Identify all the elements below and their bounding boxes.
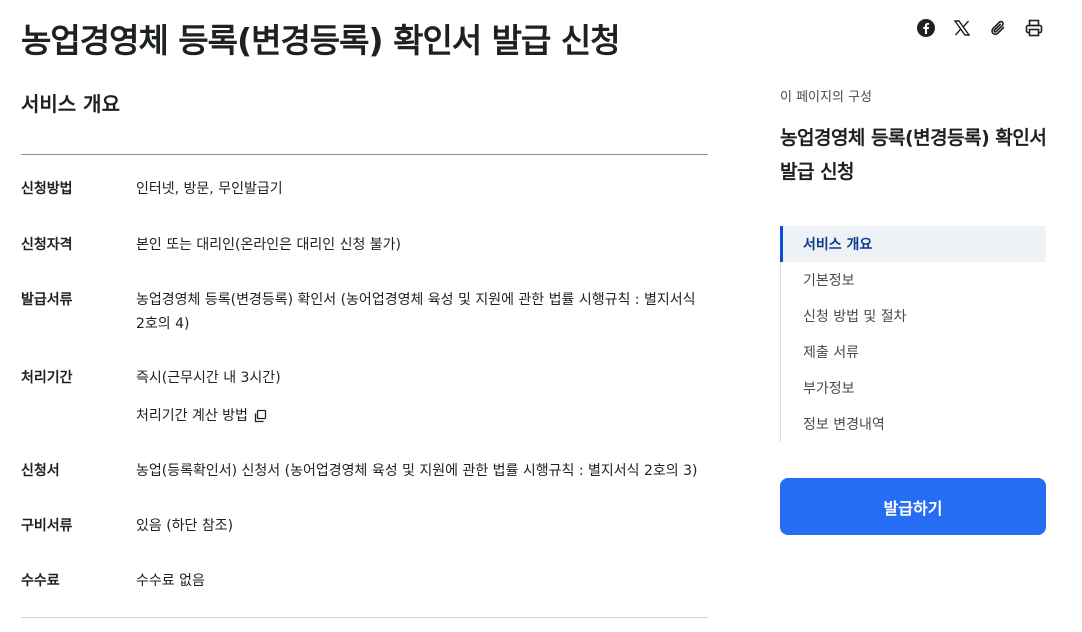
toc-item-method-procedure[interactable]: 신청 방법 및 절차 <box>781 298 1046 334</box>
share-toolbar <box>916 16 1044 40</box>
copy-icon <box>254 409 267 423</box>
page-title: 농업경영체 등록(변경등록) 확인서 발급 신청 <box>21 21 621 60</box>
info-term: 구비서류 <box>21 518 73 534</box>
toc-item-additional-info[interactable]: 부가정보 <box>781 370 1046 406</box>
info-row-document: 발급서류 농업경영체 등록(변경등록) 확인서 (농어업경영체 육성 및 지원에… <box>21 288 708 336</box>
info-desc: 본인 또는 대리인(온라인은 대리인 신청 불가) <box>136 237 402 253</box>
info-term: 신청자격 <box>21 237 73 253</box>
overview-heading: 서비스 개요 <box>21 92 120 116</box>
info-desc: 농업경영체 등록(변경등록) 확인서 (농어업경영체 육성 및 지원에 관한 법… <box>136 292 696 332</box>
info-row-eligibility: 신청자격 본인 또는 대리인(온라인은 대리인 신청 불가) <box>21 233 708 257</box>
toc-item-service-overview[interactable]: 서비스 개요 <box>780 226 1046 262</box>
info-desc: 농업(등록확인서) 신청서 (농어업경영체 육성 및 지원에 관한 법률 시행규… <box>136 463 698 479</box>
link-clip-icon[interactable] <box>988 16 1008 40</box>
info-row-required-docs: 구비서류 있음 (하단 참조) <box>21 514 708 538</box>
toc-caption: 이 페이지의 구성 <box>780 90 872 105</box>
info-row-method: 신청방법 인터넷, 방문, 무인발급기 <box>21 177 708 201</box>
section-divider <box>21 154 708 155</box>
bottom-divider <box>21 617 708 618</box>
info-desc: 즉시(근무시간 내 3시간) <box>136 370 281 386</box>
toc-item-submission-docs[interactable]: 제출 서류 <box>781 334 1046 370</box>
facebook-icon[interactable] <box>916 16 936 40</box>
print-icon[interactable] <box>1024 16 1044 40</box>
processing-time-calc-label: 처리기간 계산 방법 <box>136 408 248 424</box>
info-term: 발급서류 <box>21 292 73 308</box>
toc-item-change-history[interactable]: 정보 변경내역 <box>781 406 1046 442</box>
toc-item-basic-info[interactable]: 기본정보 <box>781 262 1046 298</box>
info-term: 처리기간 <box>21 370 73 386</box>
info-term: 신청서 <box>21 463 60 479</box>
info-row-processing-time: 처리기간 즉시(근무시간 내 3시간) 처리기간 계산 방법 <box>21 366 708 428</box>
x-icon[interactable] <box>952 16 972 40</box>
info-row-application-form: 신청서 농업(등록확인서) 신청서 (농어업경영체 육성 및 지원에 관한 법률… <box>21 459 708 483</box>
info-desc-container: 즉시(근무시간 내 3시간) 처리기간 계산 방법 <box>136 366 708 428</box>
info-row-fee: 수수료 수수료 없음 <box>21 569 708 593</box>
info-desc: 있음 (하단 참조) <box>136 518 234 534</box>
toc-title: 농업경영체 등록(변경등록) 확인서 발급 신청 <box>780 127 1047 183</box>
info-desc: 인터넷, 방문, 무인발급기 <box>136 181 283 197</box>
info-term: 수수료 <box>21 573 60 589</box>
toc-nav: 서비스 개요 기본정보 신청 방법 및 절차 제출 서류 부가정보 정보 변경내… <box>780 226 1046 442</box>
info-desc: 수수료 없음 <box>136 573 205 589</box>
info-term: 신청방법 <box>21 181 73 197</box>
processing-time-calc-link[interactable]: 처리기간 계산 방법 <box>136 404 268 428</box>
issue-button[interactable]: 발급하기 <box>780 478 1046 535</box>
